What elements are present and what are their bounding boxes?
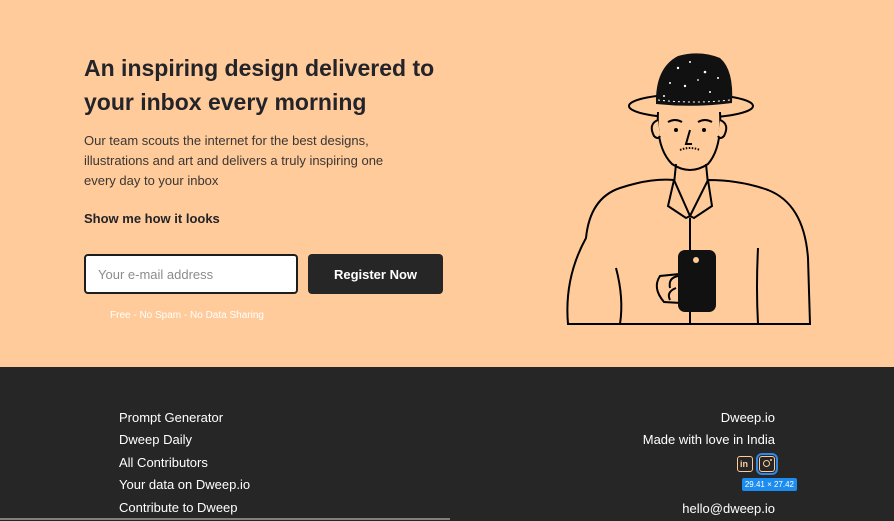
footer-right: Dweep.io Made with love in India in 29.4… bbox=[642, 407, 797, 520]
footer-link-contribute[interactable]: Contribute to Dweep bbox=[119, 497, 250, 519]
footer-links: Prompt Generator Dweep Daily All Contrib… bbox=[119, 407, 250, 519]
show-me-how-link[interactable]: Show me how it looks bbox=[84, 211, 220, 226]
register-now-button[interactable]: Register Now bbox=[308, 254, 443, 294]
footer-link-your-data[interactable]: Your data on Dweep.io bbox=[119, 474, 250, 496]
footer-divider bbox=[0, 518, 450, 520]
footer-link-dweep-daily[interactable]: Dweep Daily bbox=[119, 429, 250, 451]
hat-crown bbox=[655, 53, 733, 106]
fine-print: Free - No Spam - No Data Sharing bbox=[110, 310, 264, 321]
linkedin-icon[interactable]: in bbox=[737, 455, 753, 472]
footer-email[interactable]: hello@dweep.io bbox=[643, 498, 775, 520]
dimension-badge: 29.41 × 27.42 bbox=[741, 477, 797, 491]
social-icons: in bbox=[643, 452, 778, 475]
hero-section: An inspiring design delivered to your in… bbox=[0, 0, 894, 367]
hero-subtext: Our team scouts the internet for the bes… bbox=[84, 133, 384, 188]
hero-headline: An inspiring design delivered to your in… bbox=[84, 55, 435, 115]
footer-link-prompt-generator[interactable]: Prompt Generator bbox=[119, 407, 250, 429]
instagram-icon[interactable] bbox=[756, 452, 778, 475]
footer: Prompt Generator Dweep Daily All Contrib… bbox=[0, 367, 894, 521]
man-with-hat-illustration bbox=[566, 53, 812, 325]
footer-brand[interactable]: Dweep.io bbox=[643, 407, 775, 429]
email-input[interactable] bbox=[84, 254, 298, 294]
footer-link-all-contributors[interactable]: All Contributors bbox=[119, 452, 250, 474]
footer-tagline: Made with love in India bbox=[642, 432, 775, 448]
